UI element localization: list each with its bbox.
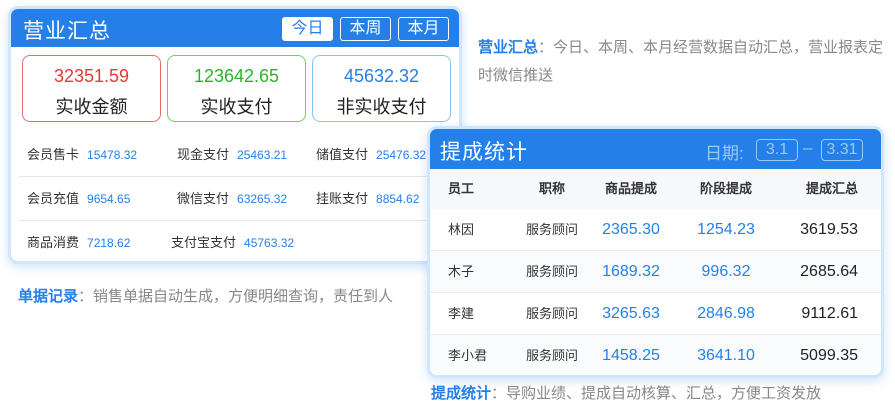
caption-highlight: 提成统计 — [431, 385, 492, 402]
date-to-field[interactable]: 3.31 — [821, 139, 863, 161]
table-header: 员工 职称 商品提成 阶段提成 提成汇总 — [430, 169, 881, 209]
tab-this-month[interactable]: 本月 — [398, 17, 449, 41]
payment-value: 15478.32 — [87, 148, 138, 162]
date-from-field[interactable]: 3.1 — [756, 139, 798, 161]
employee-name: 李建 — [448, 306, 475, 321]
total-label: 实收支付 — [200, 97, 273, 117]
payment-item: 微信支付 63265.32 — [177, 177, 287, 221]
total-received-amount: 32351.59 实收金额 — [22, 55, 161, 122]
receipts-caption: 单据记录：销售单据自动生成，方便明细查询，责任到人 — [18, 283, 418, 311]
total-value: 123642.65 — [193, 66, 280, 86]
payment-label: 会员充值 — [27, 191, 80, 206]
payment-value: 7218.62 — [87, 236, 131, 250]
caption-highlight: 营业汇总 — [478, 39, 539, 56]
payment-label: 支付宝支付 — [171, 235, 237, 250]
stage-commission: 2846.98 — [697, 305, 755, 322]
total-non-received-payment: 45632.32 非实收支付 — [312, 55, 451, 122]
table-row[interactable]: 木子 服务顾问 1689.32 996.32 2685.64 — [430, 251, 881, 293]
table-row[interactable]: 林因 服务顾问 2365.30 1254.23 3619.53 — [430, 209, 881, 251]
employee-role: 服务顾问 — [525, 222, 578, 237]
payment-label: 微信支付 — [177, 191, 230, 206]
stage-commission: 1254.23 — [697, 221, 755, 238]
tab-today[interactable]: 今日 — [282, 17, 333, 41]
column-header: 职称 — [538, 181, 565, 196]
caption-text: ：今日、本周、本月经营数据自动汇总，营业报表定时微信推送 — [478, 39, 884, 84]
payment-label: 储值支付 — [316, 147, 369, 162]
total-value: 32351.59 — [53, 66, 130, 86]
stage-commission: 996.32 — [701, 263, 751, 280]
commission-total: 3619.53 — [800, 221, 858, 238]
payment-value: 25463.21 — [237, 148, 288, 162]
total-label: 实收金额 — [55, 97, 128, 117]
payment-label: 会员售卡 — [27, 147, 80, 162]
payment-label: 现金支付 — [177, 147, 230, 162]
payment-value: 45763.32 — [244, 236, 295, 250]
commission-total: 5099.35 — [800, 347, 858, 364]
business-summary-card: 营业汇总 今日 本周 本月 32351.59 实收金额 123642.65 实收… — [8, 6, 462, 264]
table-row[interactable]: 李建 服务顾问 3265.63 2846.98 9112.61 — [430, 293, 881, 335]
commission-card-title: 提成统计 — [440, 141, 528, 164]
total-label: 非实收支付 — [336, 97, 427, 117]
payment-value: 8854.62 — [376, 192, 420, 206]
employee-role: 服务顾问 — [525, 348, 578, 363]
payment-item: 会员充值 9654.65 — [27, 177, 130, 221]
employee-name: 木子 — [448, 264, 475, 279]
payment-item: 储值支付 25476.32 — [316, 133, 426, 177]
payment-value: 63265.32 — [237, 192, 288, 206]
employee-role: 服务顾问 — [525, 264, 578, 279]
product-commission: 2365.30 — [602, 221, 660, 238]
payment-row: 会员售卡 15478.32 现金支付 25463.21 储值支付 25476.32 — [19, 133, 451, 177]
employee-role: 服务顾问 — [525, 306, 578, 321]
date-label: 日期: — [705, 144, 744, 163]
payment-item: 会员售卡 15478.32 — [27, 133, 137, 177]
payment-item: 支付宝支付 45763.32 — [171, 221, 295, 261]
table-row[interactable]: 李小君 服务顾问 1458.25 3641.10 5099.35 — [430, 335, 881, 375]
commission-stats-card: 提成统计 日期: 3.1 – 3.31 员工 职称 商品提成 阶段提成 提成汇总… — [427, 126, 884, 378]
payment-row: 商品消费 7218.62 支付宝支付 45763.32 — [19, 221, 451, 261]
summary-card-header: 营业汇总 今日 本周 本月 — [11, 9, 459, 47]
payment-item: 商品消费 7218.62 — [27, 221, 131, 261]
tab-this-week[interactable]: 本周 — [340, 17, 391, 41]
payment-value: 9654.65 — [87, 192, 131, 206]
payment-label: 挂账支付 — [316, 191, 369, 206]
commission-card-header: 提成统计 日期: 3.1 – 3.31 — [430, 129, 881, 169]
payment-item: 挂账支付 8854.62 — [316, 177, 419, 221]
payment-value: 25476.32 — [376, 148, 427, 162]
summary-card-title: 营业汇总 — [23, 20, 111, 43]
payment-row: 会员充值 9654.65 微信支付 63265.32 挂账支付 8854.62 — [19, 177, 451, 221]
product-commission: 1689.32 — [602, 263, 660, 280]
product-commission: 1458.25 — [602, 347, 660, 364]
total-received-payment: 123642.65 实收支付 — [167, 55, 306, 122]
summary-caption: 营业汇总：今日、本周、本月经营数据自动汇总，营业报表定时微信推送 — [478, 34, 888, 90]
payment-item: 现金支付 25463.21 — [177, 133, 287, 177]
caption-text: ：销售单据自动生成，方便明细查询，责任到人 — [78, 288, 394, 305]
product-commission: 3265.63 — [602, 305, 660, 322]
payment-label: 商品消费 — [27, 235, 80, 250]
employee-name: 林因 — [448, 222, 475, 237]
commission-total: 9112.61 — [801, 305, 858, 322]
column-header: 提成汇总 — [805, 181, 858, 196]
caption-text: ：导购业绩、提成自动核算、汇总，方便工资发放 — [491, 385, 822, 402]
date-separator: – — [803, 138, 813, 157]
column-header: 商品提成 — [604, 181, 657, 196]
caption-highlight: 单据记录 — [18, 288, 79, 305]
commission-caption: 提成统计：导购业绩、提成自动核算、汇总，方便工资发放 — [431, 383, 895, 405]
total-value: 45632.32 — [343, 66, 420, 86]
column-header: 员工 — [448, 181, 475, 196]
employee-name: 李小君 — [448, 348, 488, 363]
column-header: 阶段提成 — [699, 181, 752, 196]
commission-total: 2685.64 — [800, 263, 858, 280]
stage-commission: 3641.10 — [697, 347, 755, 364]
